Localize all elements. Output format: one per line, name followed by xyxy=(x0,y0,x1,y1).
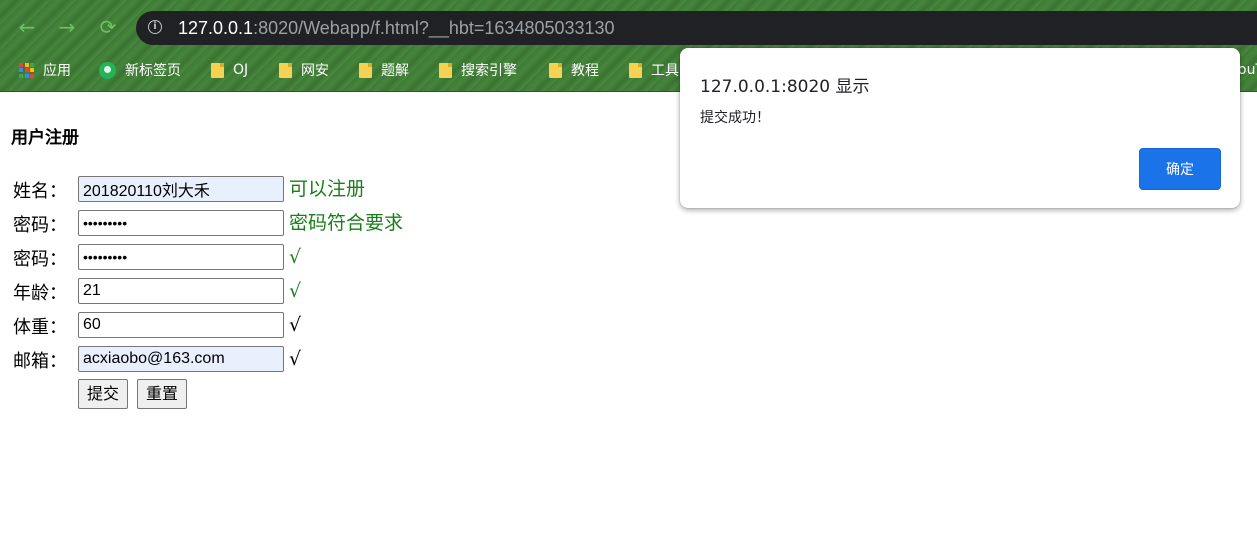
email-input[interactable] xyxy=(78,346,284,372)
submit-button[interactable]: 提交 xyxy=(78,379,129,409)
globe-icon xyxy=(99,61,116,79)
bookmark-label: 教程 xyxy=(571,63,599,79)
confirm-password-message: √ xyxy=(289,246,302,268)
bookmark-tools[interactable]: 工具 xyxy=(629,56,679,84)
ok-button[interactable]: 确定 xyxy=(1139,148,1221,190)
url-text[interactable]: 127.0.0.1:8020/Webapp/f.html?__hbt=16348… xyxy=(178,17,615,39)
folder-icon xyxy=(439,62,452,78)
weight-input[interactable] xyxy=(78,312,284,338)
bookmark-apps[interactable]: 应用 xyxy=(19,56,71,84)
bookmark-label: 题解 xyxy=(381,63,409,79)
confirm-password-label: 密码： xyxy=(13,249,67,270)
address-bar[interactable]: i 127.0.0.1:8020/Webapp/f.html?__hbt=163… xyxy=(136,11,1257,45)
email-message: √ xyxy=(289,348,302,370)
reset-button[interactable]: 重置 xyxy=(137,379,188,409)
url-host: 127.0.0.1 xyxy=(178,18,254,38)
folder-icon xyxy=(549,62,562,78)
age-label: 年龄： xyxy=(13,283,67,304)
bookmark-oj[interactable]: OJ xyxy=(211,56,248,84)
age-input[interactable] xyxy=(78,278,284,304)
name-input[interactable] xyxy=(78,176,284,202)
forward-icon[interactable]: → xyxy=(52,12,82,42)
bookmark-label: 工具 xyxy=(651,63,679,79)
bookmark-label: 搜索引擎 xyxy=(461,63,517,79)
folder-icon xyxy=(279,62,292,78)
back-icon[interactable]: ← xyxy=(12,12,42,42)
age-message: √ xyxy=(289,280,302,302)
bookmark-new-tab[interactable]: 新标签页 xyxy=(99,56,181,84)
name-message: 可以注册 xyxy=(289,178,366,200)
url-path: :8020/Webapp/f.html?__hbt=1634805033130 xyxy=(253,18,615,38)
bookmark-search-engines[interactable]: 搜索引擎 xyxy=(439,56,517,84)
folder-icon xyxy=(211,62,224,78)
password-input[interactable] xyxy=(78,210,284,236)
dialog-message: 提交成功！ xyxy=(700,110,770,126)
password-label: 密码： xyxy=(13,215,67,236)
bookmark-netsec[interactable]: 网安 xyxy=(279,56,329,84)
name-label: 姓名： xyxy=(13,181,67,202)
password-message: 密码符合要求 xyxy=(289,212,404,234)
dialog-title: 127.0.0.1:8020 显示 xyxy=(700,77,870,97)
apps-icon xyxy=(19,62,34,78)
bookmark-label: 新标签页 xyxy=(125,63,181,79)
folder-icon xyxy=(359,62,372,78)
bookmark-label: OJ xyxy=(233,62,249,78)
info-icon[interactable]: i xyxy=(148,20,162,34)
bookmark-tutorials[interactable]: 教程 xyxy=(549,56,599,84)
page-title: 用户注册 xyxy=(11,128,79,148)
bookmark-label: 网安 xyxy=(301,63,329,79)
bookmark-solutions[interactable]: 题解 xyxy=(359,56,409,84)
email-label: 邮箱： xyxy=(13,351,67,372)
bookmark-label: ouT xyxy=(1238,62,1257,78)
bookmark-label: 应用 xyxy=(43,63,71,79)
weight-message: √ xyxy=(289,314,302,336)
reload-icon[interactable]: ⟳ xyxy=(93,12,123,42)
folder-icon xyxy=(629,62,642,78)
bookmark-overflow[interactable]: ouT xyxy=(1238,56,1257,84)
alert-dialog: 127.0.0.1:8020 显示 提交成功！ 确定 xyxy=(680,48,1240,208)
confirm-password-input[interactable] xyxy=(78,244,284,270)
weight-label: 体重： xyxy=(13,317,67,338)
